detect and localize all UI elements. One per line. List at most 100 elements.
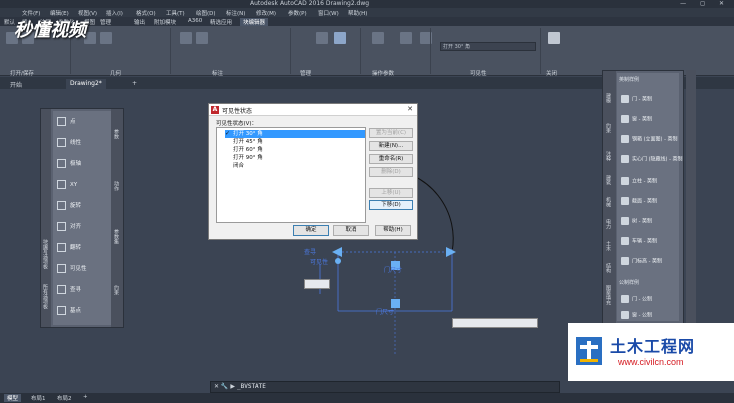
tp-tab-civil[interactable]: 土木 <box>605 241 612 251</box>
close-block-editor-icon[interactable] <box>548 32 560 44</box>
tp-tab-architectural[interactable]: 建筑 <box>605 175 612 185</box>
add-layout-plus-icon[interactable]: + <box>80 394 91 400</box>
side-tab-constraints[interactable]: 约束 <box>113 285 120 295</box>
tool-window-imperial[interactable]: 窗 - 英制 <box>621 115 652 123</box>
menu-dimension[interactable]: 标注(N) <box>226 9 245 17</box>
side-tab-actions[interactable]: 动作 <box>113 181 120 191</box>
door-icon <box>621 95 629 103</box>
visibility-state-field[interactable]: 打开 30° 角 <box>440 42 536 51</box>
layout-tab-1[interactable]: 布局1 <box>28 394 49 402</box>
menu-parametric[interactable]: 参数(P) <box>288 9 307 17</box>
tool-column-imperial[interactable]: 立柱 - 英制 <box>621 177 657 185</box>
doc-tab-start[interactable]: 开始 <box>6 79 26 89</box>
tp-tab-modeling[interactable]: 建模 <box>605 93 612 103</box>
tp-tab-annotation[interactable]: 注释 <box>605 151 612 161</box>
cancel-button[interactable]: 取消 <box>333 225 369 236</box>
tab-addins[interactable]: 附加模块 <box>154 18 176 26</box>
visibility-states-list[interactable]: ✓ 打开 30° 角 打开 45° 角 打开 60° 角 打开 90° 角 闭合 <box>216 127 366 223</box>
menu-draw[interactable]: 绘图(D) <box>196 9 216 17</box>
section-icon <box>621 197 629 205</box>
palette-item-linear[interactable]: 线性 <box>57 138 81 156</box>
window-controls[interactable]: — ◻ ✕ <box>680 0 730 7</box>
state-row-45[interactable]: 打开 45° 角 <box>225 138 365 146</box>
tool-door-metric[interactable]: 门 - 公制 <box>621 295 652 303</box>
tool-solid-door-imperial[interactable]: 实心门 (隐藏线) - 英制 <box>621 155 682 163</box>
tab-output[interactable]: 输出 <box>134 18 145 26</box>
panel-visibility: 可见性 <box>470 71 487 77</box>
side-tab-parameters[interactable]: 参数 <box>113 129 120 139</box>
new-tab-plus-icon[interactable]: + <box>128 79 141 89</box>
new-state-button[interactable]: 新建(N)... <box>369 141 413 151</box>
parameter-icon[interactable] <box>372 32 384 44</box>
palette-item-lookup[interactable]: 查寻 <box>57 285 81 303</box>
menu-tools[interactable]: 工具(T) <box>166 9 185 17</box>
dialog-title-bar[interactable]: A 可见性状态 ✕ <box>209 104 417 116</box>
menu-format[interactable]: 格式(O) <box>136 9 156 17</box>
tp-tab-constraints[interactable]: 约束 <box>605 123 612 133</box>
manager-icon[interactable] <box>316 32 328 44</box>
tool-vehicle-imperial[interactable]: 车辆 - 英制 <box>621 237 657 245</box>
help-button[interactable]: 帮助(H) <box>375 225 411 236</box>
action-icon[interactable] <box>400 32 412 44</box>
tool-window-metric[interactable]: 窗 - 公制 <box>621 311 652 319</box>
block-table-icon[interactable] <box>334 32 346 44</box>
move-up-button[interactable]: 上移(U) <box>369 188 413 198</box>
delete-button[interactable]: 删除(D) <box>369 167 413 177</box>
command-line-icons[interactable]: ✕ 🔧 ▶ <box>214 383 235 390</box>
menu-window[interactable]: 窗口(W) <box>318 9 339 17</box>
door-parameter-label: 门尺寸 <box>384 267 403 274</box>
tool-steel-imperial[interactable]: 钢箱 (立面图) - 英制 <box>621 135 677 143</box>
civilcn-logo-icon <box>576 337 602 365</box>
ok-button[interactable]: 确定 <box>293 225 329 236</box>
tool-palette: 建模 约束 注释 建筑 机械 电力 土木 结构 图案填充 英制样例 门 - 英制… <box>602 70 684 324</box>
tab-a360[interactable]: A360 <box>188 18 202 24</box>
palette-item-xy[interactable]: XY <box>57 180 77 198</box>
palette-item-rotation[interactable]: 旋转 <box>57 201 81 219</box>
tp-tab-electrical[interactable]: 电力 <box>605 219 612 229</box>
palette-item-alignment[interactable]: 对齐 <box>57 222 81 240</box>
tool-door-elev-imperial[interactable]: 门标高 - 英制 <box>621 257 662 265</box>
doc-tab-drawing2[interactable]: Drawing2* <box>66 79 106 89</box>
palette-item-point[interactable]: 点 <box>57 117 76 135</box>
palette-item-polar[interactable]: 极轴 <box>57 159 81 177</box>
tab-manage[interactable]: 管理 <box>100 18 111 26</box>
tool-tree-imperial[interactable]: 树 - 英制 <box>621 217 652 225</box>
grip-toolbar[interactable] <box>304 279 330 289</box>
dimension-icon[interactable] <box>180 32 192 44</box>
palette-item-flip[interactable]: 翻转 <box>57 243 81 261</box>
menu-help[interactable]: 帮助(H) <box>348 9 367 17</box>
tool-door-imperial[interactable]: 门 - 英制 <box>621 95 652 103</box>
tab-featured-apps[interactable]: 精选应用 <box>210 18 232 26</box>
move-down-button[interactable]: 下移(D) <box>369 200 413 210</box>
state-row-30[interactable]: ✓ 打开 30° 角 <box>225 130 365 138</box>
tp-tab-mechanical[interactable]: 机械 <box>605 197 612 207</box>
view-toolbar[interactable] <box>452 318 538 328</box>
palette-strip-label: 块编写选项板 <box>42 239 48 269</box>
state-row-60[interactable]: 打开 60° 角 <box>225 146 365 154</box>
dimension-2-icon[interactable] <box>196 32 208 44</box>
visibility-param-icon <box>57 264 66 273</box>
command-input[interactable] <box>237 383 537 390</box>
visibility-states-label: 可见性状态(V)： <box>216 121 258 127</box>
state-row-90[interactable]: 打开 90° 角 <box>225 154 365 162</box>
rename-button[interactable]: 重命名(R) <box>369 154 413 164</box>
layout-tab-2[interactable]: 布局2 <box>54 394 75 402</box>
tool-palette-title-strip[interactable] <box>686 70 696 324</box>
layout-tab-model[interactable]: 模型 <box>4 394 22 402</box>
panel-action-params: 操作参数 <box>372 71 395 77</box>
side-tab-parameter-sets[interactable]: 参数集 <box>113 229 120 244</box>
tool-palette-tabs: 建模 约束 注释 建筑 机械 电力 土木 结构 图案填充 <box>603 71 616 323</box>
palette-item-visibility[interactable]: 可见性 <box>57 264 87 282</box>
panel-open-save: 打开/保存 <box>10 71 34 77</box>
constraint-icon[interactable] <box>100 32 112 44</box>
tool-section-imperial[interactable]: 截面 - 英制 <box>621 197 657 205</box>
dialog-close-icon[interactable]: ✕ <box>407 105 413 113</box>
tp-tab-structural[interactable]: 结构 <box>605 263 612 273</box>
menu-modify[interactable]: 修改(M) <box>256 9 276 17</box>
state-row-closed[interactable]: 闭合 <box>225 162 365 170</box>
menu-insert[interactable]: 插入(I) <box>106 9 123 17</box>
tp-tab-hatches[interactable]: 图案填充 <box>605 285 612 305</box>
tab-block-editor[interactable]: 块编辑器 <box>240 18 269 26</box>
palette-item-basepoint[interactable]: 基点 <box>57 306 81 324</box>
set-current-button[interactable]: 置为当前(C) <box>369 128 413 138</box>
